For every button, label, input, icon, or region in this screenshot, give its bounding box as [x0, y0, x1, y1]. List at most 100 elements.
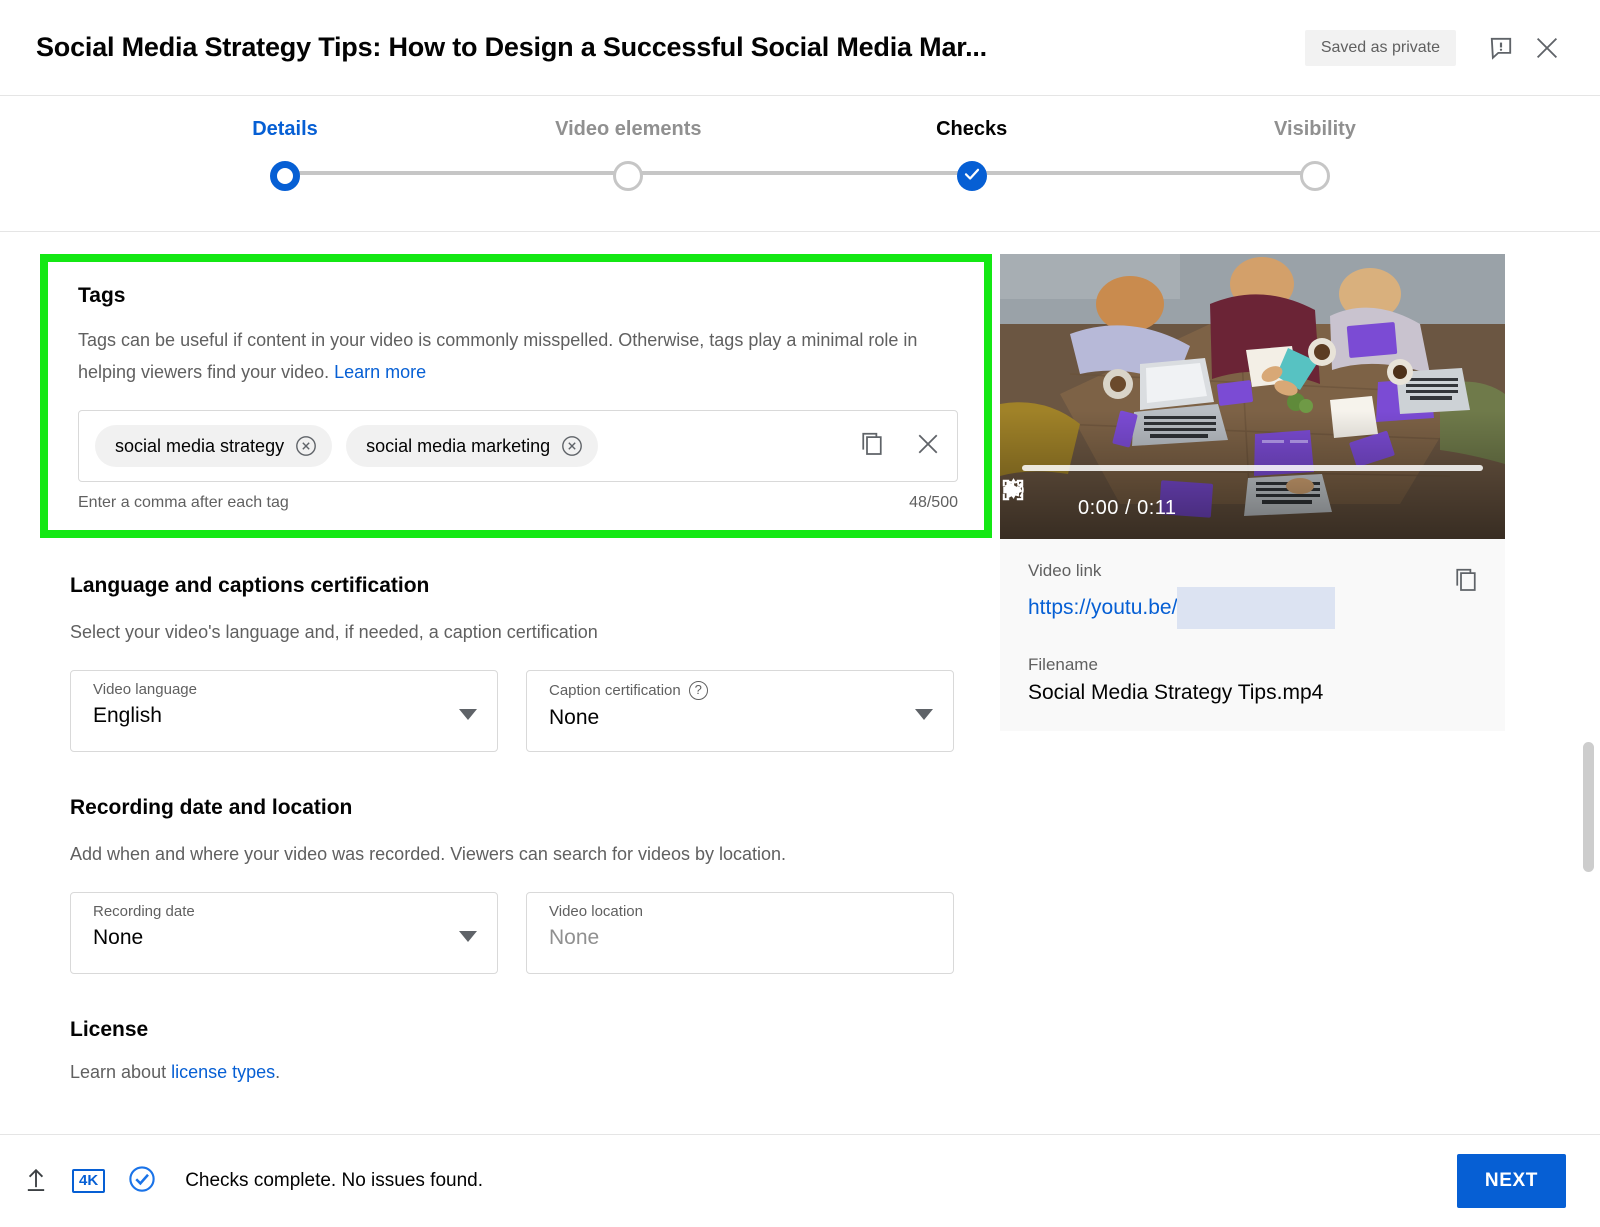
feedback-button[interactable]: [1478, 25, 1524, 71]
next-button[interactable]: NEXT: [1456, 1154, 1566, 1208]
tag-chip-list: social media strategy social media marke…: [95, 425, 837, 468]
tab-checks-node: [956, 161, 987, 191]
upload-details-dialog: Social Media Strategy Tips: How to Desig…: [0, 0, 1600, 1227]
chevron-down-icon: [459, 931, 477, 943]
language-section-title: Language and captions certification: [70, 574, 430, 598]
upload-arrow-icon: [22, 1165, 50, 1198]
footer-status-icons: 4K: [22, 1164, 157, 1199]
check-icon: [963, 165, 981, 188]
video-metadata: Video link https://youtu.be/ Filename So…: [1000, 539, 1505, 731]
video-location-label: Video location: [549, 903, 643, 921]
dialog-header: Social Media Strategy Tips: How to Desig…: [0, 0, 1600, 96]
tag-chip-label: social media strategy: [115, 435, 285, 456]
recording-section-title: Recording date and location: [70, 796, 353, 820]
clear-x-icon[interactable]: [913, 429, 943, 464]
video-language-select[interactable]: Video language English: [70, 670, 498, 753]
tags-character-counter: 48/500: [909, 494, 958, 512]
chevron-down-icon: [459, 709, 477, 721]
video-location-value: None: [549, 926, 600, 950]
tags-hint: Enter a comma after each tag: [78, 494, 289, 512]
copy-icon[interactable]: [1451, 565, 1481, 600]
caption-certification-label: Caption certification ?: [549, 681, 937, 701]
upload-stepper: Details Video elements Checks Visibility: [0, 96, 1600, 232]
license-section-title: License: [70, 1018, 149, 1042]
recording-date-value: None: [93, 926, 144, 950]
caption-certification-label-text: Caption certification: [549, 682, 681, 700]
tag-chip-remove-icon[interactable]: [294, 434, 318, 458]
tags-title: Tags: [78, 284, 126, 307]
tag-chip-remove-icon[interactable]: [560, 434, 584, 458]
video-language-label: Video language: [93, 681, 197, 699]
recording-date-select[interactable]: Recording date None: [70, 892, 498, 975]
tag-chip-label: social media marketing: [366, 435, 551, 456]
license-description-suffix: .: [275, 1062, 281, 1083]
scrollbar-track[interactable]: [1582, 232, 1596, 1134]
video-card: 0:00 / 0:11 Video link https://youtu.be/…: [1000, 254, 1505, 731]
caption-certification-value: None: [549, 706, 600, 730]
language-field-row: Video language English Caption certifica…: [70, 670, 990, 753]
video-controls: 0:00 / 0:11: [1000, 477, 1505, 539]
tab-checks[interactable]: Checks: [872, 118, 1072, 191]
caption-certification-select[interactable]: Caption certification ? None: [526, 670, 954, 753]
copy-icon[interactable]: [857, 429, 887, 464]
video-location-input[interactable]: Video location None: [526, 892, 954, 975]
license-section: License Learn about license types.: [70, 974, 990, 1088]
close-x-icon: [1532, 33, 1562, 63]
tags-description-text: Tags can be useful if content in your vi…: [78, 330, 918, 383]
tab-details-label: Details: [252, 118, 318, 140]
tab-video-elements-label: Video elements: [555, 118, 702, 140]
dialog-body: Tags Tags can be useful if content in yo…: [0, 232, 1600, 1134]
tab-details[interactable]: Details: [185, 118, 385, 191]
language-captions-section: Language and captions certification Sele…: [70, 560, 990, 753]
tab-visibility-node: [1299, 161, 1330, 191]
tab-visibility[interactable]: Visibility: [1215, 118, 1415, 191]
video-preview-column: 0:00 / 0:11 Video link https://youtu.be/…: [1000, 254, 1600, 1134]
close-button[interactable]: [1524, 25, 1570, 71]
recording-date-label: Recording date: [93, 903, 195, 921]
scrollbar-thumb[interactable]: [1583, 742, 1594, 872]
video-link-prefix: https://youtu.be/: [1028, 596, 1178, 619]
video-link-value[interactable]: https://youtu.be/: [1028, 587, 1481, 629]
checks-status-text: Checks complete. No issues found.: [185, 1170, 483, 1191]
tags-input[interactable]: social media strategy social media marke…: [78, 410, 958, 483]
tab-visibility-label: Visibility: [1274, 118, 1356, 140]
language-section-description: Select your video's language and, if nee…: [70, 622, 598, 643]
chevron-down-icon: [915, 709, 933, 721]
video-language-value: English: [93, 704, 162, 728]
tags-highlight-box: Tags Tags can be useful if content in yo…: [40, 254, 992, 539]
video-player-preview[interactable]: 0:00 / 0:11: [1000, 254, 1505, 539]
tags-footer: Enter a comma after each tag 48/500: [78, 494, 958, 512]
tab-video-elements[interactable]: Video elements: [528, 118, 728, 191]
status-badge: Saved as private: [1304, 29, 1456, 66]
feedback-exclamation-bubble-icon: [1488, 35, 1514, 61]
tags-description: Tags can be useful if content in your vi…: [78, 324, 958, 388]
license-types-link[interactable]: license types: [171, 1062, 275, 1082]
video-link-label: Video link: [1028, 561, 1102, 580]
recording-field-row: Recording date None Video location None: [70, 892, 990, 975]
license-description-prefix: Learn about: [70, 1062, 172, 1083]
filename-block: Filename Social Media Strategy Tips.mp4: [1028, 655, 1481, 705]
recording-date-location-section: Recording date and location Add when and…: [70, 752, 990, 975]
video-link-redacted-block: [1177, 587, 1336, 629]
recording-section-description: Add when and where your video was record…: [70, 844, 787, 865]
page-title: Social Media Strategy Tips: How to Desig…: [36, 32, 987, 62]
tags-learn-more-link[interactable]: Learn more: [334, 362, 426, 382]
dialog-footer: 4K Checks complete. No issues found. NEX…: [0, 1134, 1600, 1227]
filename-value: Social Media Strategy Tips.mp4: [1028, 681, 1324, 704]
video-time-display: 0:00 / 0:11: [1078, 496, 1177, 519]
tab-checks-label: Checks: [936, 118, 1008, 140]
stepper-connector-line: [285, 171, 1315, 175]
video-progress-bar[interactable]: [1022, 465, 1483, 471]
license-section-description: Learn about license types.: [70, 1056, 990, 1088]
check-circle-icon: [127, 1164, 157, 1199]
tab-video-elements-node: [613, 161, 644, 191]
tag-chip[interactable]: social media marketing: [346, 425, 599, 468]
tag-chip[interactable]: social media strategy: [95, 425, 333, 468]
help-question-icon[interactable]: ?: [688, 681, 708, 701]
details-form-column: Tags Tags can be useful if content in yo…: [0, 254, 1000, 1134]
tags-section: Tags Tags can be useful if content in yo…: [48, 262, 984, 531]
tags-actions: [837, 429, 943, 464]
tab-details-node: [270, 161, 300, 191]
resolution-badge: 4K: [72, 1168, 106, 1194]
filename-label: Filename: [1028, 655, 1098, 674]
